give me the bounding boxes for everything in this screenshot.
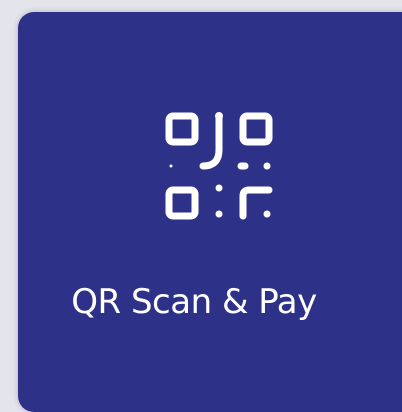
qr-scan-pay-tile[interactable]: QR Scan & Pay bbox=[18, 12, 402, 412]
qr-code-icon bbox=[163, 110, 275, 222]
tile-label: QR Scan & Pay bbox=[71, 282, 317, 322]
